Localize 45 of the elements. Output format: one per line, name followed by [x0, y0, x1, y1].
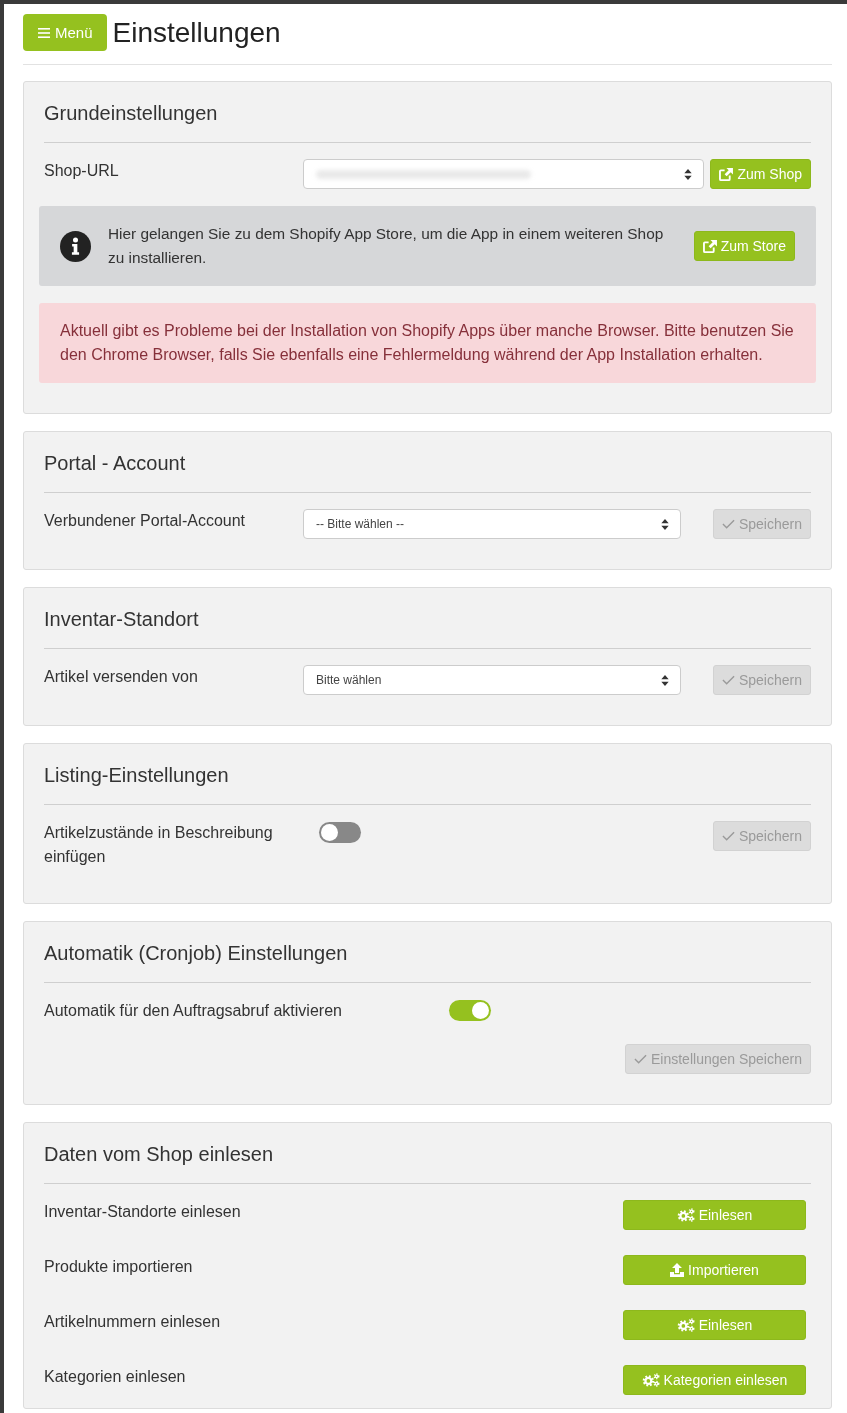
field-label: Shop-URL	[44, 161, 120, 181]
field-label: Artikel versenden von	[44, 667, 199, 687]
section-title: Daten vom Shop einlesen	[44, 1143, 275, 1165]
upload-icon	[670, 1263, 685, 1277]
updown-caret-icon	[684, 168, 693, 180]
gears-icon	[676, 1318, 695, 1332]
updown-caret-icon	[661, 674, 669, 686]
toggle-switch[interactable]	[319, 822, 361, 843]
field-label: Artikelnummern einlesen	[44, 1312, 222, 1332]
alert-text: Aktuell gibt es Probleme bei der Installation von Shopify Apps über manche Browser. Bitte benutzen Sie den Chrome Browser, falls Sie ebenfalls eine Fehlermeldung während der App Installation erhalten.	[60, 321, 795, 365]
field-label: Kategorien einlesen	[44, 1367, 187, 1387]
external-link-button[interactable]: Zum Shop	[710, 159, 811, 189]
section-title: Portal - Account	[44, 452, 187, 474]
field-label: Verbundener Portal-Account	[44, 511, 246, 531]
external-link-button[interactable]: Zum Store	[693, 231, 795, 261]
external-link-icon	[702, 239, 717, 253]
alert-text: Hier gelangen Sie zu dem Shopify App Store, um die App in einem weiteren Shop zu installieren.	[108, 224, 665, 268]
load-button[interactable]: Einlesen	[623, 1200, 806, 1230]
gears-icon	[676, 1208, 695, 1222]
check-icon	[721, 831, 735, 841]
field-label: Artikelzustände in Beschreibung einfügen	[44, 823, 274, 867]
section-title: Grundeinstellungen	[44, 102, 219, 124]
external-link-icon	[719, 167, 734, 181]
menu-button[interactable]: Menü	[23, 14, 107, 51]
upload-button[interactable]: Importieren	[623, 1255, 806, 1285]
check-icon	[721, 675, 735, 685]
field-label: Produkte importieren	[44, 1257, 194, 1277]
gears-icon	[641, 1373, 660, 1387]
updown-caret-icon	[661, 518, 669, 530]
section-title: Automatik (Cronjob) Einstellungen	[44, 942, 349, 964]
section-title: Listing-Einstellungen	[44, 764, 230, 786]
page-title: Einstellungen	[112, 16, 281, 50]
toggle-switch[interactable]	[449, 1000, 491, 1021]
select-field[interactable]	[303, 159, 705, 189]
load-button[interactable]: Kategorien einlesen	[623, 1365, 806, 1395]
select-field[interactable]: Bitte wählen	[303, 665, 681, 695]
info-icon	[60, 230, 91, 262]
menu-icon	[38, 27, 50, 38]
field-label: Inventar-Standorte einlesen	[44, 1202, 242, 1222]
check-icon	[721, 519, 735, 529]
check-icon	[634, 1054, 647, 1064]
section-title: Inventar-Standort	[44, 608, 200, 630]
field-label: Automatik für den Auftragsabruf aktivieren	[44, 1001, 343, 1021]
load-button[interactable]: Einlesen	[623, 1310, 806, 1340]
select-field[interactable]: -- Bitte wählen --	[303, 509, 681, 539]
